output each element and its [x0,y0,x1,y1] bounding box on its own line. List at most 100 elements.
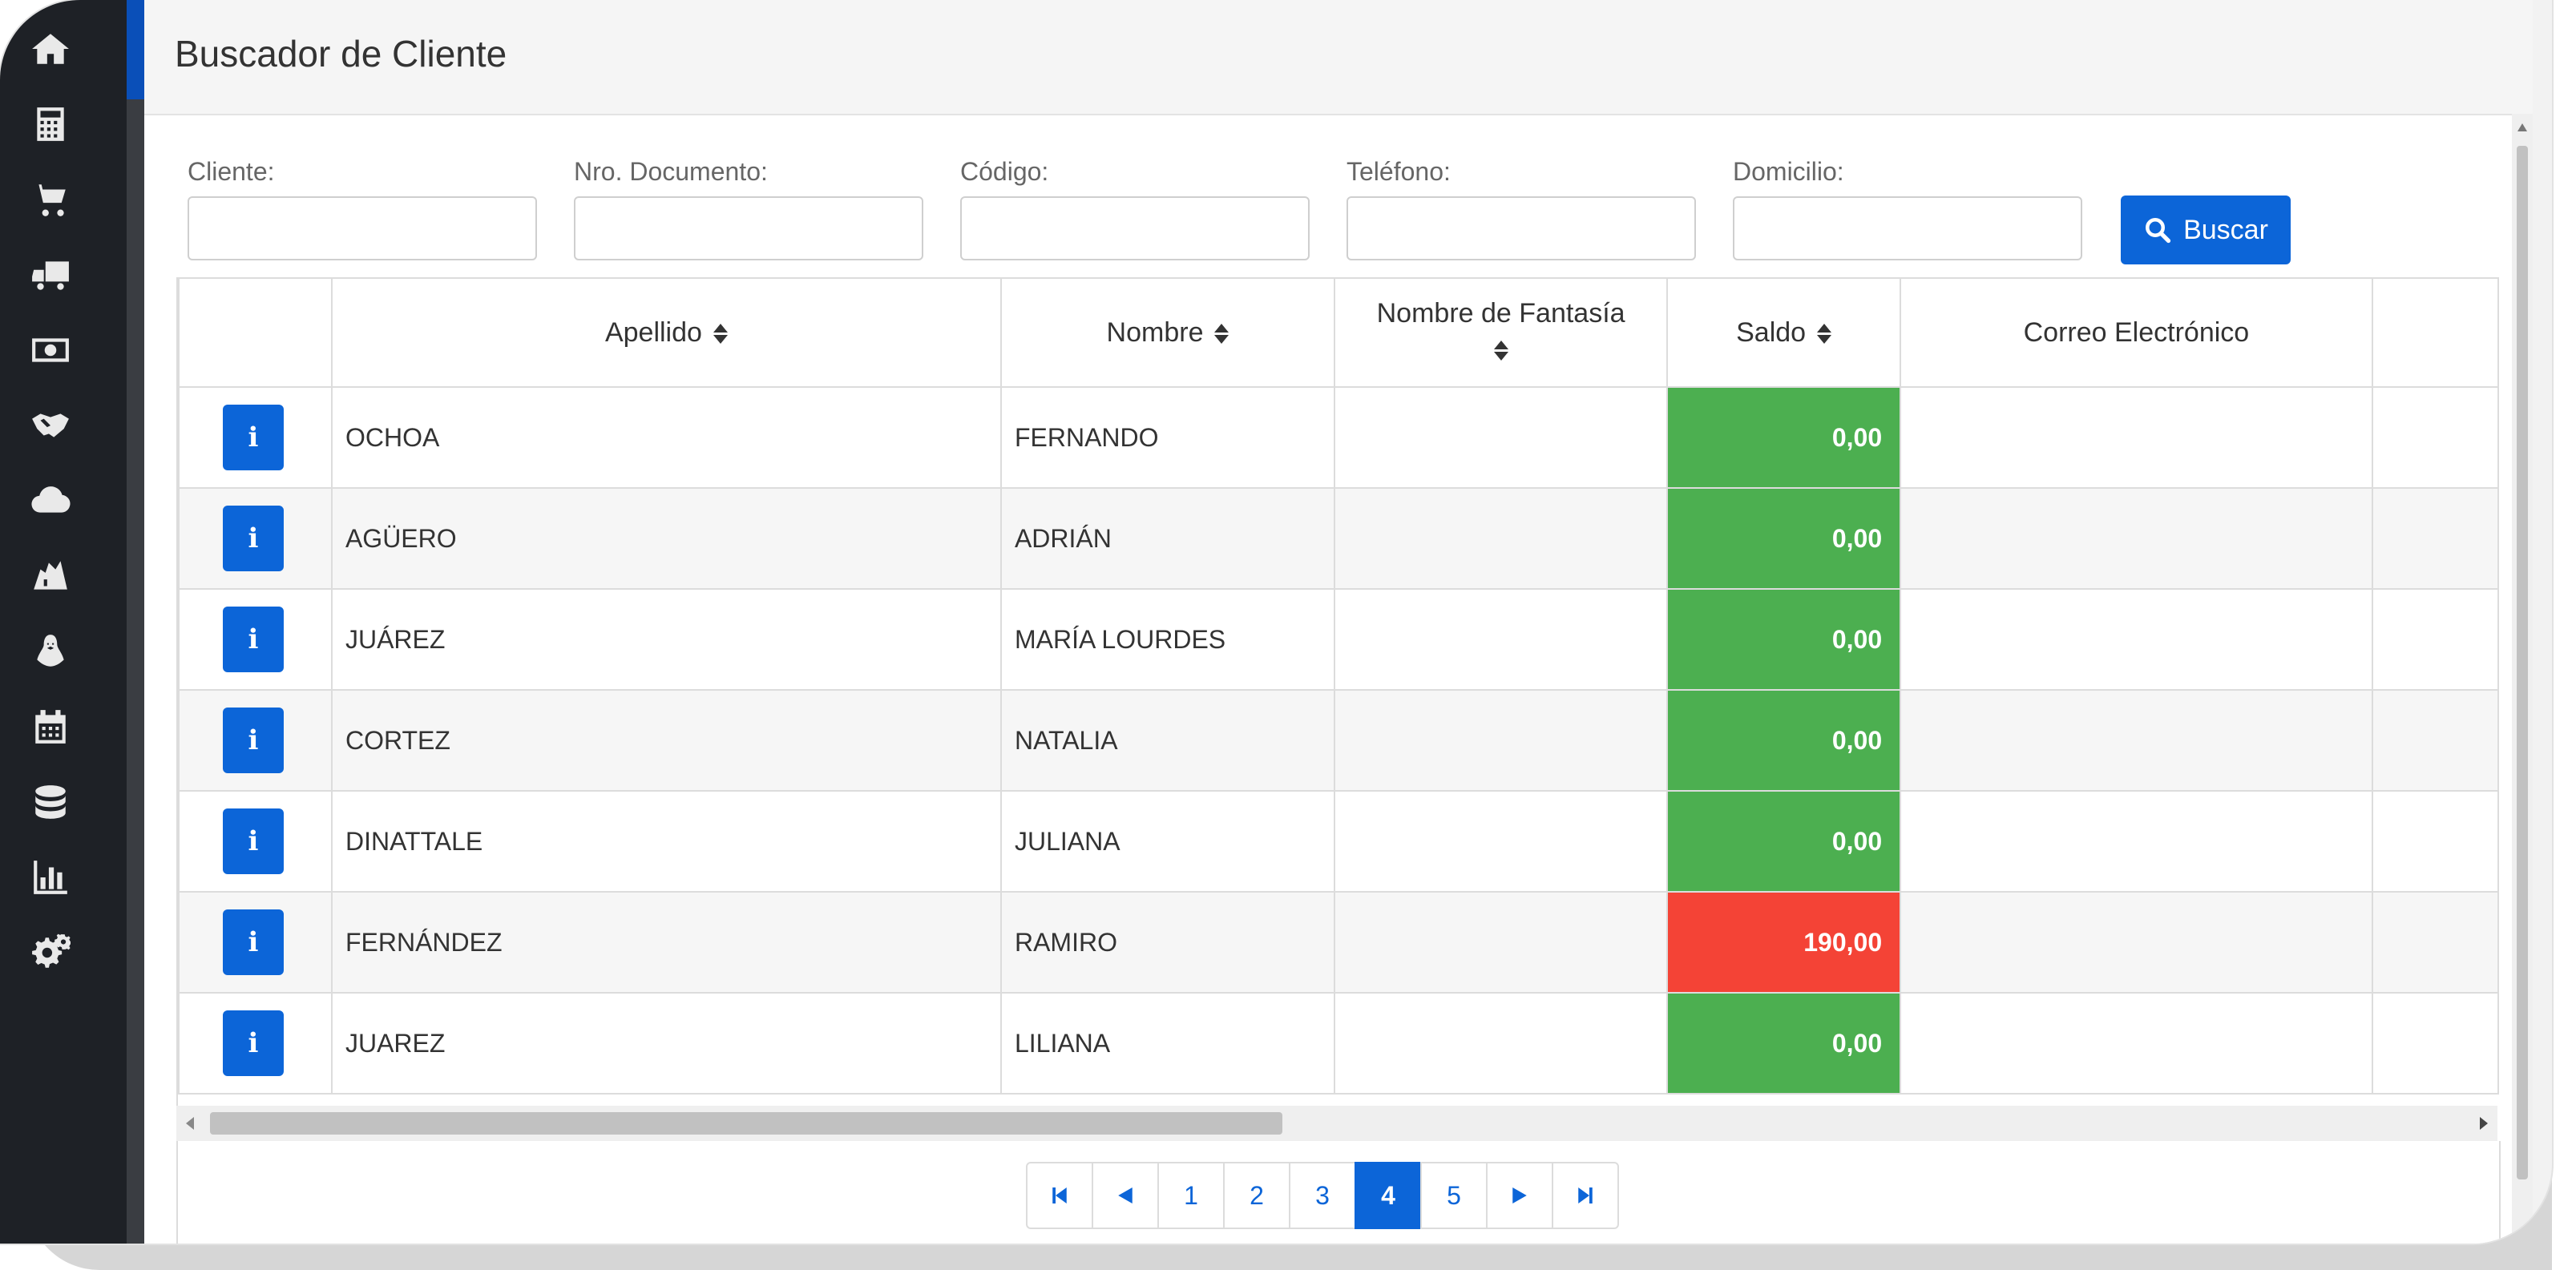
database-icon[interactable] [29,780,72,824]
scroll-up-icon[interactable] [2517,123,2527,131]
info-button[interactable]: i [223,708,284,773]
cell-apellido: JUAREZ [330,992,1002,1095]
header-nombre[interactable]: Nombre [999,277,1336,388]
truck-icon[interactable] [29,253,72,296]
telefono-input[interactable] [1347,196,1696,260]
domicilio-input[interactable] [1733,196,2082,260]
vertical-scrollbar-thumb[interactable] [2517,146,2528,1179]
last-page-icon [1578,1187,1593,1203]
page-button-3[interactable]: 3 [1289,1162,1356,1229]
cell-saldo: 0,00 [1666,487,1902,590]
header-extra [2371,277,2499,388]
cell-extra [2371,790,2499,893]
page-button-4[interactable]: 4 [1355,1162,1422,1229]
cloud-icon[interactable] [29,479,72,522]
header-saldo[interactable]: Saldo [1666,277,1902,388]
buscar-button[interactable]: Buscar [2121,196,2291,264]
calendar-icon[interactable] [29,705,72,748]
results-table-wrap: Apellido Nombre Nombre de Fantasía Saldo… [176,277,2499,1244]
next-page-button[interactable] [1486,1162,1553,1229]
header-apellido[interactable]: Apellido [330,277,1002,388]
cell-fantasia [1334,689,1669,792]
sidebar [0,0,127,1244]
linux-icon[interactable] [29,630,72,673]
cell-correo [1900,386,2373,489]
info-icon: i [248,1027,259,1059]
table-row: i OCHOA FERNANDO 0,00 [178,386,2499,489]
scrollbar-thumb[interactable] [210,1112,1282,1135]
home-icon[interactable] [29,27,72,71]
app-frame: Buscador de Cliente Cliente: Nro. Docume… [0,0,2552,1244]
info-button[interactable]: i [223,607,284,672]
cell-extra [2371,689,2499,792]
info-button[interactable]: i [223,808,284,874]
cell-correo [1900,689,2373,792]
filter-domicilio: Domicilio: [1733,157,2082,260]
cliente-input[interactable] [188,196,537,260]
info-button[interactable]: i [223,405,284,470]
bar-chart-icon[interactable] [29,856,72,899]
cell-nombre: NATALIA [999,689,1336,792]
cell-saldo: 190,00 [1666,891,1902,994]
cell-nombre: RAMIRO [999,891,1336,994]
info-icon: i [248,825,259,857]
cell-extra [2371,487,2499,590]
cell-fantasia [1334,588,1669,691]
info-icon: i [248,926,259,958]
search-icon [2146,218,2171,244]
cell-fantasia [1334,386,1669,489]
sort-icon [1214,324,1229,345]
row-actions: i [178,992,333,1095]
table-row: i JUAREZ LILIANA 0,00 [178,992,2499,1095]
cell-apellido: JUÁREZ [330,588,1002,691]
table-row: i FERNÁNDEZ RAMIRO 190,00 [178,891,2499,994]
calculator-icon[interactable] [29,103,72,146]
table-row: i JUÁREZ MARÍA LOURDES 0,00 [178,588,2499,691]
table-row: i DINATTALE JULIANA 0,00 [178,790,2499,893]
prev-page-icon [1118,1187,1133,1203]
cell-extra [2371,992,2499,1095]
last-page-button[interactable] [1552,1162,1619,1229]
scroll-right-icon[interactable] [2480,1117,2488,1130]
cell-nombre: ADRIÁN [999,487,1336,590]
documento-label: Nro. Documento: [574,157,768,186]
page-button-1[interactable]: 1 [1157,1162,1225,1229]
first-page-button[interactable] [1026,1162,1093,1229]
cell-nombre: LILIANA [999,992,1336,1095]
cell-correo [1900,992,2373,1095]
header-correo: Correo Electrónico [1900,277,2373,388]
filter-cliente: Cliente: [188,157,537,260]
vertical-scrollbar[interactable] [2512,114,2533,1244]
header-fantasia[interactable]: Nombre de Fantasía [1334,277,1669,388]
horizontal-scrollbar[interactable] [176,1106,2497,1141]
page-button-5[interactable]: 5 [1420,1162,1488,1229]
codigo-input[interactable] [960,196,1310,260]
info-button[interactable]: i [223,909,284,975]
handshake-icon[interactable] [29,404,72,447]
info-button[interactable]: i [223,1010,284,1076]
shopping-cart-icon[interactable] [29,178,72,221]
documento-input[interactable] [574,196,923,260]
money-icon[interactable] [29,329,72,372]
cell-saldo: 0,00 [1666,588,1902,691]
cell-nombre: FERNANDO [999,386,1336,489]
codigo-label: Código: [960,157,1049,186]
row-actions: i [178,487,333,590]
sort-icon [1817,324,1832,345]
page-button-2[interactable]: 2 [1223,1162,1290,1229]
cell-saldo: 0,00 [1666,790,1902,893]
cell-saldo: 0,00 [1666,386,1902,489]
next-page-icon [1512,1187,1527,1203]
pagination-footer: 1 2 3 4 5 [176,1141,2501,1244]
prev-page-button[interactable] [1092,1162,1159,1229]
cell-extra [2371,891,2499,994]
cell-apellido: OCHOA [330,386,1002,489]
filter-telefono: Teléfono: [1347,157,1696,260]
gears-icon[interactable] [29,931,72,974]
store-icon[interactable] [29,554,72,598]
cell-fantasia [1334,790,1669,893]
cell-apellido: DINATTALE [330,790,1002,893]
row-actions: i [178,689,333,792]
scroll-left-icon[interactable] [186,1117,194,1130]
info-button[interactable]: i [223,506,284,571]
